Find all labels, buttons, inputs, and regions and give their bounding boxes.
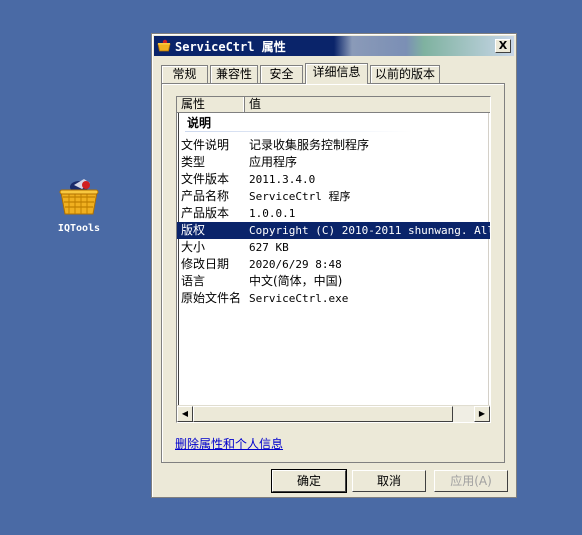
- list-header: 属性 值: [177, 97, 490, 113]
- column-header-property[interactable]: 属性: [177, 97, 245, 112]
- list-row[interactable]: 语言 中文(简体，中国): [177, 273, 490, 290]
- details-panel: 属性 值 说明 文件说明 记录收集服务控制程序 类型 应用程序 文件版本 2011.3…: [161, 83, 505, 463]
- list-row[interactable]: 产品名称 ServiceCtrl 程序: [177, 188, 490, 205]
- list-row-selected[interactable]: 版权 Copyright (C) 2010-2011 shunwang. All …: [177, 222, 490, 239]
- tab-details[interactable]: 详细信息: [305, 63, 368, 84]
- arrow-right-icon: ▶: [478, 409, 486, 418]
- group-header: 说明: [187, 116, 212, 130]
- ok-button[interactable]: 确定: [271, 469, 347, 493]
- desktop-icon-iqtools[interactable]: IQTools: [48, 175, 110, 234]
- list-row[interactable]: 文件说明 记录收集服务控制程序: [177, 137, 490, 154]
- list-row[interactable]: 类型 应用程序: [177, 154, 490, 171]
- list-row[interactable]: 产品版本 1.0.0.1: [177, 205, 490, 222]
- group-divider: [185, 131, 413, 132]
- title-bar[interactable]: ServiceCtrl 属性 X: [154, 36, 514, 56]
- list-row[interactable]: 修改日期 2020/6/29 8:48: [177, 256, 490, 273]
- tab-compatibility[interactable]: 兼容性: [210, 65, 258, 83]
- properties-dialog: ServiceCtrl 属性 X 常规 兼容性 安全 详细信息 以前的版本 属性…: [151, 33, 517, 498]
- arrow-left-icon: ◀: [181, 409, 189, 418]
- scroll-left-button[interactable]: ◀: [177, 406, 193, 422]
- desktop-icon-label: IQTools: [57, 223, 101, 234]
- tab-previous-versions[interactable]: 以前的版本: [370, 65, 440, 83]
- list-row[interactable]: 大小 627 KB: [177, 239, 490, 256]
- property-list[interactable]: 属性 值 说明 文件说明 记录收集服务控制程序 类型 应用程序 文件版本 2011.3…: [176, 96, 491, 423]
- list-row[interactable]: 原始文件名 ServiceCtrl.exe: [177, 290, 490, 307]
- scroll-right-button[interactable]: ▶: [474, 406, 490, 422]
- scrollbar-thumb[interactable]: [193, 406, 453, 422]
- basket-icon: [56, 175, 102, 219]
- app-icon: [157, 39, 171, 52]
- cancel-button[interactable]: 取消: [352, 470, 426, 492]
- close-button[interactable]: X: [495, 39, 511, 53]
- window-title: ServiceCtrl 属性: [175, 40, 286, 54]
- close-icon: X: [498, 39, 508, 52]
- column-header-value[interactable]: 值: [245, 97, 490, 112]
- apply-button[interactable]: 应用(A): [434, 470, 508, 492]
- tab-security[interactable]: 安全: [260, 65, 303, 83]
- list-row[interactable]: 文件版本 2011.3.4.0: [177, 171, 490, 188]
- horizontal-scrollbar[interactable]: ◀ ▶: [177, 405, 490, 422]
- remove-properties-link[interactable]: 删除属性和个人信息: [175, 435, 283, 452]
- tab-general[interactable]: 常规: [161, 65, 208, 83]
